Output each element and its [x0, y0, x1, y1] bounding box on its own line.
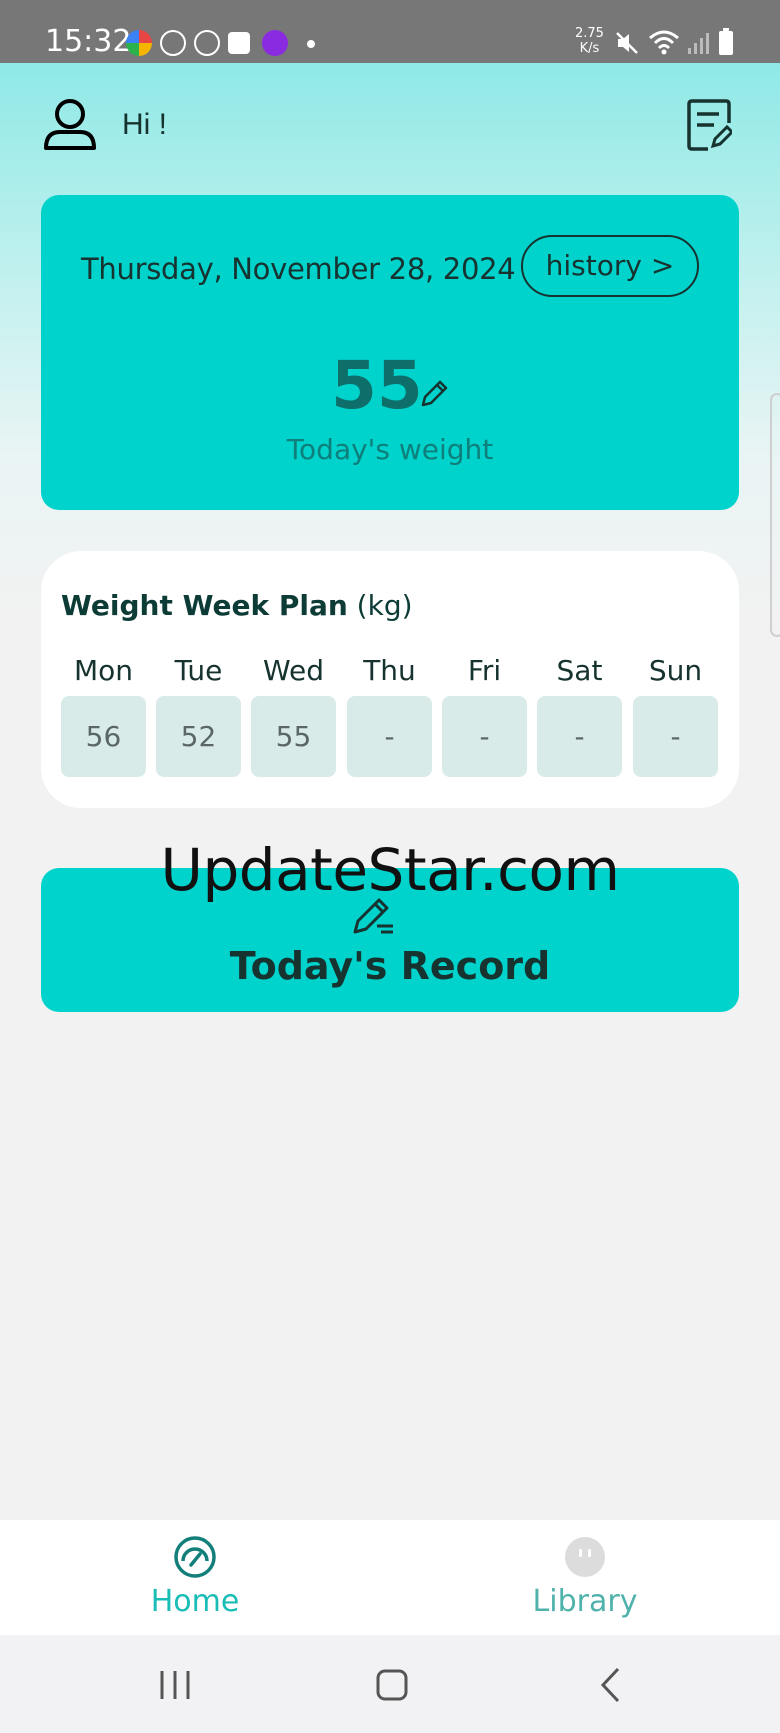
- day-value[interactable]: -: [537, 696, 622, 777]
- app-compass-icon: [194, 30, 220, 56]
- status-time: 15:32: [45, 24, 132, 59]
- plan-day-wed[interactable]: Wed 55: [251, 652, 336, 777]
- battery-icon: [719, 28, 733, 55]
- current-date: Thursday, November 28, 2024: [81, 252, 516, 286]
- plan-day-sat[interactable]: Sat -: [537, 652, 622, 777]
- app-check-icon: [228, 32, 250, 54]
- face-icon: [565, 1537, 605, 1577]
- weight-week-plan-card: Weight Week Plan (kg) Mon 56 Tue 52 Wed …: [41, 551, 739, 808]
- app-colorful-icon: [126, 30, 152, 56]
- user-icon[interactable]: [42, 96, 98, 152]
- day-value[interactable]: 52: [156, 696, 241, 777]
- system-navigation-bar: [0, 1635, 780, 1733]
- app-grid-icon: [160, 30, 186, 56]
- day-name: Mon: [73, 654, 134, 687]
- recent-apps-icon[interactable]: [158, 1665, 192, 1705]
- app-play-icon: [262, 30, 288, 56]
- day-value[interactable]: 55: [251, 696, 336, 777]
- plan-day-tue[interactable]: Tue 52: [156, 652, 241, 777]
- bottom-navigation: Home Library: [0, 1520, 780, 1635]
- day-name: Sat: [556, 654, 603, 687]
- scroll-handle[interactable]: [770, 393, 780, 637]
- signal-icon: [688, 33, 709, 54]
- nav-library[interactable]: Library: [390, 1520, 780, 1635]
- plan-title: Weight Week Plan (kg): [61, 589, 413, 622]
- edit-document-icon[interactable]: [686, 99, 732, 151]
- plan-day-mon[interactable]: Mon 56: [61, 652, 146, 777]
- wifi-icon: [649, 30, 679, 55]
- history-button[interactable]: history >: [521, 235, 699, 297]
- plan-day-thu[interactable]: Thu -: [347, 652, 432, 777]
- today-weight-card: Thursday, November 28, 2024 history > 55…: [41, 195, 739, 510]
- net-speed: 2.75 K/s: [575, 26, 604, 56]
- plan-title-bold: Weight Week Plan: [61, 589, 348, 622]
- net-speed-unit: K/s: [579, 41, 600, 56]
- pencil-icon[interactable]: [419, 379, 449, 409]
- todays-record-label: Today's Record: [229, 944, 551, 988]
- day-value[interactable]: 56: [61, 696, 146, 777]
- day-value[interactable]: -: [633, 696, 718, 777]
- watermark: UpdateStar.com: [160, 836, 620, 904]
- day-name: Thu: [363, 654, 416, 687]
- day-name: Sun: [648, 654, 703, 687]
- today-weight-value[interactable]: 55: [331, 347, 423, 424]
- day-name: Wed: [262, 654, 325, 687]
- gauge-icon: [174, 1536, 216, 1578]
- nav-library-label: Library: [532, 1584, 638, 1619]
- day-name: Tue: [174, 654, 223, 687]
- back-icon[interactable]: [598, 1665, 624, 1705]
- status-bar: 15:32 2.75 K/s: [0, 0, 780, 63]
- day-value[interactable]: -: [347, 696, 432, 777]
- day-name: Fri: [467, 654, 502, 687]
- home-icon[interactable]: [374, 1665, 410, 1705]
- plan-day-sun[interactable]: Sun -: [633, 652, 718, 777]
- nav-home-label: Home: [150, 1584, 240, 1619]
- plan-title-unit: (kg): [347, 589, 413, 622]
- nav-home[interactable]: Home: [0, 1520, 390, 1635]
- dot-icon: [307, 40, 315, 48]
- mute-icon: [616, 32, 638, 54]
- greeting: Hi !: [122, 108, 167, 141]
- today-weight-label: Today's weight: [286, 433, 494, 466]
- net-speed-value: 2.75: [575, 26, 604, 41]
- day-value[interactable]: -: [442, 696, 527, 777]
- plan-day-fri[interactable]: Fri -: [442, 652, 527, 777]
